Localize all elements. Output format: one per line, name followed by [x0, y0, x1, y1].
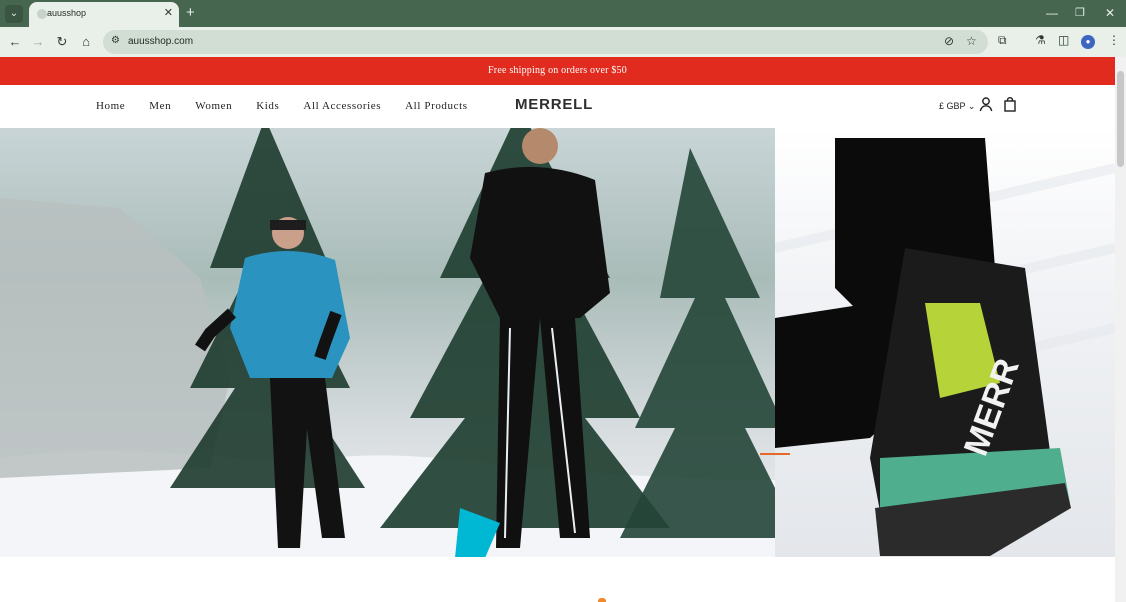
slider-indicator[interactable] [760, 453, 790, 455]
tab-title: auusshop [47, 8, 87, 18]
hero-image-shoe: MERR [775, 128, 1115, 557]
currency-label: £ GBP [939, 101, 966, 111]
nav-men[interactable]: Men [149, 100, 171, 112]
cart-icon[interactable] [1002, 96, 1018, 112]
restore-icon[interactable]: ❐ [1075, 5, 1085, 21]
close-icon[interactable]: ✕ [164, 6, 173, 19]
new-tab-icon[interactable]: + [186, 4, 195, 22]
site-logo[interactable]: MERRELL [515, 96, 593, 113]
chevron-down-icon: ⌄ [967, 101, 976, 111]
nav-women[interactable]: Women [195, 100, 232, 112]
star-icon[interactable]: ☆ [966, 34, 977, 48]
more-icon[interactable]: ⋮ [1108, 33, 1120, 47]
main-nav: Home Men Women Kids All Accessories All … [96, 100, 468, 112]
browser-tab[interactable]: auusshop ✕ [29, 2, 179, 27]
forward-icon[interactable]: → [29, 33, 47, 51]
nav-all-products[interactable]: All Products [405, 100, 468, 112]
page-scrollbar[interactable] [1115, 57, 1126, 602]
below-hero-section [0, 557, 1115, 602]
browser-tab-bar: ⌄ auusshop ✕ + — ❐ ✕ [0, 0, 1126, 27]
browser-toolbar: ← → ↻ ⌂ ⚙ auusshop.com ⊘ ☆ ⧉ ⚗ ◫ ● ⋮ [0, 27, 1126, 57]
scrollbar-thumb[interactable] [1117, 71, 1124, 167]
nav-all-accessories[interactable]: All Accessories [303, 100, 381, 112]
minimize-icon[interactable]: — [1046, 5, 1058, 21]
reload-icon[interactable]: ↻ [53, 33, 71, 51]
nav-home[interactable]: Home [96, 100, 125, 112]
address-bar[interactable]: ⚙ auusshop.com ⊘ ☆ [103, 30, 988, 54]
hero-image-runners [0, 128, 775, 557]
window-close-icon[interactable]: ✕ [1105, 5, 1115, 21]
site-info-icon[interactable]: ⚙ [111, 35, 120, 46]
announcement-bar: Free shipping on orders over $50 [0, 57, 1115, 85]
nav-kids[interactable]: Kids [256, 100, 279, 112]
tab-menu-icon[interactable]: ⌄ [5, 5, 23, 23]
back-icon[interactable]: ← [6, 33, 24, 51]
side-panel-icon[interactable]: ◫ [1058, 33, 1069, 47]
site-header: Home Men Women Kids All Accessories All … [0, 85, 1115, 128]
favicon [37, 9, 47, 19]
labs-icon[interactable]: ⚗ [1035, 33, 1046, 47]
account-icon[interactable] [978, 96, 994, 112]
web-page: Free shipping on orders over $50 Home Me… [0, 57, 1115, 602]
profile-icon[interactable]: ● [1081, 35, 1095, 49]
home-icon[interactable]: ⌂ [77, 33, 95, 51]
eye-off-icon[interactable]: ⊘ [944, 34, 954, 48]
section-accent-icon [598, 598, 606, 602]
url-text[interactable]: auusshop.com [128, 36, 193, 47]
currency-selector[interactable]: £ GBP ⌄ [939, 101, 975, 112]
hero-banner[interactable]: MERR [0, 128, 1115, 557]
extensions-icon[interactable]: ⧉ [998, 33, 1007, 48]
